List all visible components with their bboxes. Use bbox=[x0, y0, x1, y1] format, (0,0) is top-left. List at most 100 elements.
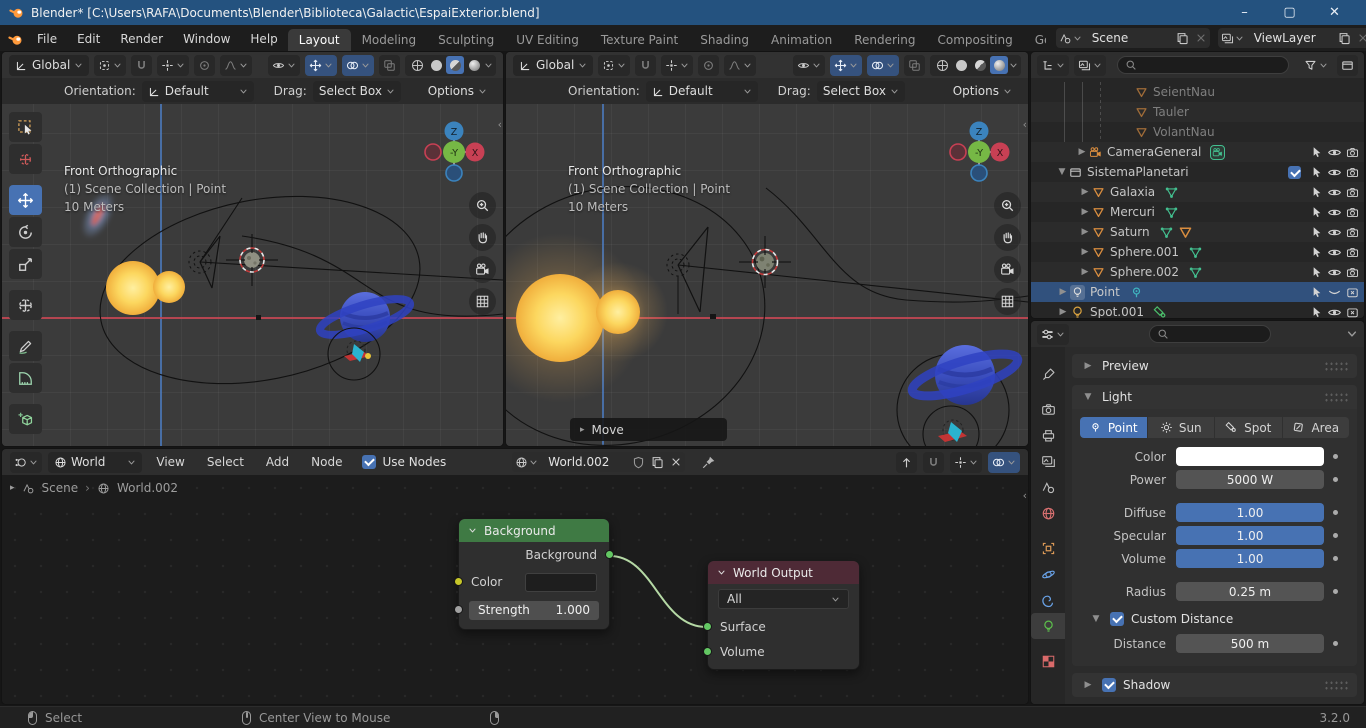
shading-wireframe-button[interactable] bbox=[408, 56, 426, 74]
viewport-canvas[interactable]: Front Orthographic (1) Scene Collection … bbox=[506, 104, 1028, 446]
gizmo-minus-z[interactable] bbox=[445, 164, 463, 182]
expand-arrow-icon[interactable]: ▶ bbox=[1078, 267, 1092, 277]
options-dropdown[interactable]: Options bbox=[422, 81, 493, 102]
tab-shading[interactable]: Shading bbox=[689, 29, 760, 51]
expand-arrow-icon[interactable]: ▶ bbox=[1056, 307, 1070, 317]
xray-toggle[interactable] bbox=[904, 54, 925, 76]
light-type-spot[interactable]: Spot bbox=[1215, 417, 1282, 438]
editor-type-widget[interactable] bbox=[10, 451, 42, 473]
proportional-editing-toggle[interactable] bbox=[194, 54, 216, 76]
pivot-point-widget[interactable] bbox=[598, 54, 631, 76]
outliner-search-input[interactable] bbox=[1142, 57, 1281, 73]
tab-object[interactable] bbox=[1031, 535, 1065, 561]
sun-small-object[interactable] bbox=[153, 271, 185, 303]
orientation-dropdown[interactable]: Default bbox=[645, 80, 758, 102]
custom-distance-subpanel-header[interactable]: ▼ Custom Distance bbox=[1080, 605, 1349, 630]
tab-uv-editing[interactable]: UV Editing bbox=[505, 29, 590, 51]
tab-texture[interactable] bbox=[1031, 648, 1065, 674]
tab-view-layer[interactable] bbox=[1031, 448, 1065, 474]
shading-solid-button[interactable] bbox=[427, 56, 445, 74]
expand-arrow-icon[interactable]: ▶ bbox=[1078, 247, 1092, 257]
tab-output[interactable] bbox=[1031, 422, 1065, 448]
viewlayer-name-field[interactable]: ViewLayer bbox=[1246, 28, 1335, 48]
gizmo-minus-x[interactable] bbox=[949, 143, 967, 161]
shading-rendered-button[interactable] bbox=[465, 56, 483, 74]
selectable-icon[interactable] bbox=[1310, 266, 1323, 279]
render-camera-icon[interactable] bbox=[1346, 166, 1359, 179]
snap-target-widget[interactable] bbox=[661, 54, 694, 76]
collapse-arrow-icon[interactable]: ▼ bbox=[1089, 614, 1103, 624]
tool-measure[interactable] bbox=[9, 363, 42, 393]
tab-world[interactable] bbox=[1031, 500, 1065, 526]
pan-button[interactable] bbox=[469, 224, 496, 251]
planet-saturn-object[interactable] bbox=[907, 345, 1023, 405]
world-browse-button[interactable] bbox=[512, 452, 542, 472]
navigation-gizmo[interactable]: Z X -Y bbox=[945, 118, 1013, 186]
close-button[interactable]: ✕ bbox=[1312, 0, 1357, 25]
expand-arrow-icon[interactable]: ▶ bbox=[1078, 187, 1092, 197]
proportional-falloff-widget[interactable] bbox=[724, 54, 757, 76]
outliner-row-volantnau[interactable]: VolantNau bbox=[1031, 122, 1364, 142]
spaceship-object[interactable] bbox=[922, 405, 980, 446]
tab-geometry-nodes[interactable]: Geometry Noc bbox=[1024, 29, 1046, 51]
pan-button[interactable] bbox=[994, 224, 1021, 251]
camera-view-button[interactable] bbox=[994, 256, 1021, 283]
properties-search-input[interactable] bbox=[1174, 326, 1263, 342]
background-node[interactable]: Background Background Color Strength 1.0… bbox=[454, 518, 614, 630]
light-color-swatch[interactable] bbox=[1176, 447, 1324, 466]
outliner-row-mercuri[interactable]: ▶ Mercuri bbox=[1031, 202, 1364, 222]
sidebar-expand-arrow[interactable]: ‹ bbox=[1023, 489, 1027, 502]
filter-widget[interactable] bbox=[1300, 55, 1332, 76]
outliner-row-tauler[interactable]: Tauler bbox=[1031, 102, 1364, 122]
pivot-point-widget[interactable] bbox=[94, 54, 127, 76]
options-dropdown[interactable]: Options bbox=[947, 81, 1018, 102]
world-output-node[interactable]: World Output All Surface Volume bbox=[703, 560, 860, 670]
visibility-eye-icon[interactable] bbox=[1327, 305, 1342, 319]
sun-large-object[interactable] bbox=[106, 261, 160, 315]
drag-dropdown[interactable]: Select Box bbox=[816, 80, 905, 102]
render-camera-icon[interactable] bbox=[1346, 226, 1359, 239]
visibility-eye-icon[interactable] bbox=[1327, 225, 1342, 240]
tool-transform[interactable] bbox=[9, 290, 42, 320]
render-camera-icon[interactable] bbox=[1346, 146, 1359, 159]
scene-name-field[interactable]: Scene bbox=[1084, 28, 1173, 48]
strength-input-socket[interactable] bbox=[454, 605, 463, 614]
snap-toggle[interactable] bbox=[635, 54, 657, 76]
camera-object[interactable] bbox=[666, 226, 709, 314]
menu-select[interactable]: Select bbox=[199, 455, 252, 469]
perspective-toggle-button[interactable] bbox=[469, 288, 496, 315]
outliner-row-spot001[interactable]: ▶ Spot.001 bbox=[1031, 302, 1364, 318]
panel-drag-grip[interactable] bbox=[1324, 679, 1348, 691]
render-camera-icon[interactable] bbox=[1346, 206, 1359, 219]
tab-render[interactable] bbox=[1031, 396, 1065, 422]
editor-type-widget[interactable] bbox=[1037, 323, 1069, 345]
shader-output-socket[interactable] bbox=[605, 550, 614, 559]
planet-mercury-object[interactable] bbox=[244, 252, 260, 268]
animate-dot[interactable] bbox=[1333, 641, 1338, 646]
point-light-origin[interactable] bbox=[256, 315, 261, 320]
object-type-visibility-widget[interactable] bbox=[793, 54, 825, 76]
planet-saturn-object[interactable] bbox=[315, 292, 415, 342]
tool-move[interactable] bbox=[9, 185, 42, 215]
shading-rendered-button[interactable] bbox=[990, 56, 1008, 74]
menu-node[interactable]: Node bbox=[303, 455, 350, 469]
shadow-checkbox[interactable] bbox=[1102, 678, 1116, 692]
viewlayer-delete-button[interactable] bbox=[1353, 28, 1366, 48]
transform-orientation-widget[interactable]: Global bbox=[9, 54, 90, 76]
world-copy-button[interactable] bbox=[648, 452, 668, 472]
visibility-eye-icon[interactable] bbox=[1327, 245, 1342, 260]
properties-options-chevron[interactable] bbox=[1346, 328, 1358, 340]
scene-copy-button[interactable] bbox=[1172, 28, 1192, 48]
volume-input-socket[interactable] bbox=[703, 647, 712, 656]
snap-toggle[interactable] bbox=[131, 54, 153, 76]
expand-arrow-icon[interactable]: ▶ bbox=[1056, 287, 1070, 297]
show-gizmos-widget[interactable] bbox=[830, 54, 862, 76]
tab-sculpting[interactable]: Sculpting bbox=[427, 29, 505, 51]
custom-distance-checkbox[interactable] bbox=[1110, 612, 1124, 626]
selectable-icon[interactable] bbox=[1310, 246, 1323, 259]
tool-cursor[interactable] bbox=[9, 144, 42, 174]
radius-field[interactable]: 0.25 m bbox=[1176, 582, 1324, 601]
zoom-button[interactable] bbox=[469, 192, 496, 219]
outliner-search[interactable] bbox=[1117, 56, 1289, 74]
tool-rotate[interactable] bbox=[9, 217, 42, 247]
